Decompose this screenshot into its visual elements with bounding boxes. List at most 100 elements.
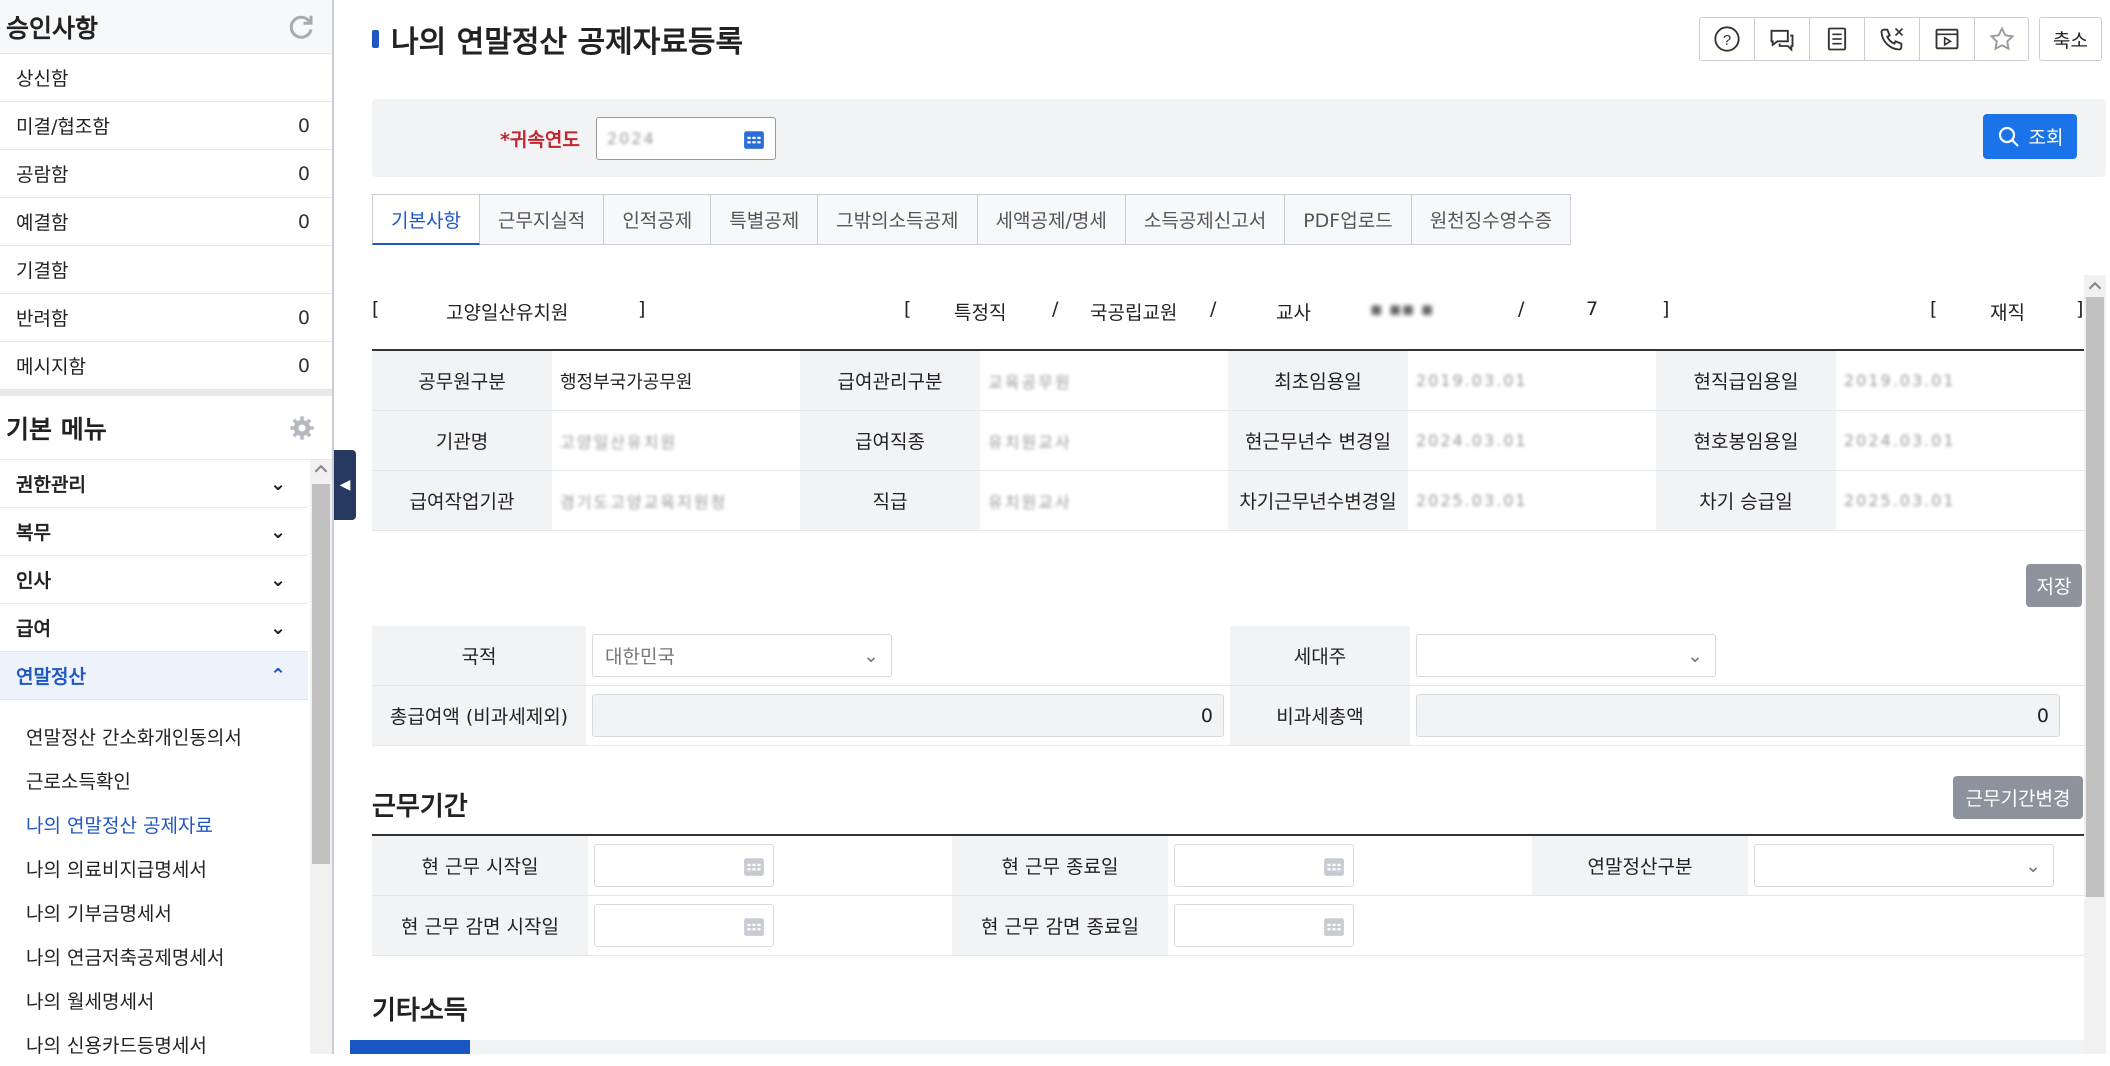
search-button[interactable]: 조회 xyxy=(1983,114,2077,159)
table-row: 공무원구분 행정부국가공무원 급여관리구분 교육공무원 최초임용일 2019.0… xyxy=(372,351,2084,411)
change-period-button[interactable]: 근무기간변경 xyxy=(1953,776,2083,819)
nontax-total-field[interactable]: 0 xyxy=(1416,694,2060,737)
other-income-title: 기타소득 xyxy=(372,996,468,1026)
tab-work-record[interactable]: 근무지실적 xyxy=(479,194,605,245)
video-icon xyxy=(1935,28,1959,50)
sub-item-medical[interactable]: 나의 의료비지급명세서 xyxy=(0,846,308,890)
work-end-date[interactable] xyxy=(1174,844,1354,887)
table-row: 기관명 고양일산유치원 급여직종 유치원교사 현근무년수 변경일 2024.03… xyxy=(372,411,2084,471)
menu-item-hr[interactable]: 인사 ⌄ xyxy=(0,556,308,604)
approval-item-completed[interactable]: 기결함 xyxy=(0,246,332,294)
employee-detail-table: 공무원구분 행정부국가공무원 급여관리구분 교육공무원 최초임용일 2019.0… xyxy=(372,349,2084,531)
sub-item-consent[interactable]: 연말정산 간소화개인동의서 xyxy=(0,714,308,758)
total-pay-field[interactable]: 0 xyxy=(592,694,1224,737)
settlement-type-select[interactable]: ⌄ xyxy=(1754,844,2054,887)
search-panel: *귀속연도 2024 조회 xyxy=(372,99,2106,177)
menu-title: 기본 메뉴 xyxy=(6,414,107,444)
nationality-select[interactable]: 대한민국 ⌄ xyxy=(592,634,892,677)
chevron-down-icon: ⌄ xyxy=(270,472,286,495)
table-row: 현 근무 시작일 현 근무 종료일 연말정산구분 ⌄ xyxy=(372,836,2084,896)
tab-other-income-deduction[interactable]: 그밖의소득공제 xyxy=(818,194,978,245)
favorite-button[interactable] xyxy=(1974,17,2029,61)
menu-item-year-end[interactable]: 연말정산 ⌃ xyxy=(0,652,308,700)
work-period-table: 현 근무 시작일 현 근무 종료일 연말정산구분 ⌄ 현 근무 감면 시작일 현… xyxy=(372,834,2084,956)
sub-item-credit-card[interactable]: 나의 신용카드등명세서 xyxy=(0,1022,308,1066)
main-scroll-thumb[interactable] xyxy=(2086,297,2104,897)
sidebar: 승인사항 상신함 미결/협조함 0 공람함 0 예결함 0 기결함 반려함 0 메시지함… xyxy=(0,0,334,1057)
calendar-icon[interactable] xyxy=(1323,915,1345,937)
chevron-left-icon: ◀ xyxy=(339,477,351,493)
sub-item-donation[interactable]: 나의 기부금명세서 xyxy=(0,890,308,934)
calendar-icon[interactable] xyxy=(743,915,765,937)
year-input[interactable]: 2024 xyxy=(596,117,776,160)
table-row: 총급여액 (비과세제외) 0 비과세총액 0 xyxy=(372,686,2084,746)
tab-special-deduction[interactable]: 특별공제 xyxy=(711,194,819,245)
menu-item-payroll[interactable]: 급여 ⌄ xyxy=(0,604,308,652)
sub-item-deduction-data[interactable]: 나의 연말정산 공제자료 xyxy=(0,802,308,846)
tab-tax-credit[interactable]: 세액공제/명세 xyxy=(977,194,1126,245)
help-button[interactable]: ? xyxy=(1699,17,1754,61)
approval-item-circulation[interactable]: 공람함 0 xyxy=(0,150,332,198)
tab-personal-deduction[interactable]: 인적공제 xyxy=(604,194,712,245)
phone-icon xyxy=(1880,27,1904,51)
sidebar-collapse-button[interactable]: ◀ xyxy=(334,450,356,520)
sidebar-scrollbar[interactable] xyxy=(310,460,332,1054)
refresh-icon[interactable] xyxy=(286,12,316,42)
year-label: *귀속연도 xyxy=(500,129,580,151)
approval-item-sent[interactable]: 상신함 xyxy=(0,54,332,102)
approval-title: 승인사항 xyxy=(6,13,99,43)
calendar-icon[interactable] xyxy=(1323,855,1345,877)
householder-select[interactable]: ⌄ xyxy=(1416,634,1716,677)
info-masked: ▪ ▪▪ ▪ xyxy=(1370,298,1434,320)
chevron-down-icon: ⌄ xyxy=(270,568,286,591)
calendar-icon[interactable] xyxy=(743,128,765,150)
table-row: 현 근무 감면 시작일 현 근무 감면 종료일 xyxy=(372,896,2084,956)
reduction-start-date[interactable] xyxy=(594,904,774,947)
info-category: 국공립교원 xyxy=(1090,302,1178,324)
table-row: 급여작업기관 경기도고양교육지원청 직급 유치원교사 차기근무년수변경일 202… xyxy=(372,471,2084,531)
tab-basic[interactable]: 기본사항 xyxy=(372,194,480,245)
approval-item-messages[interactable]: 메시지함 0 xyxy=(0,342,332,390)
menu-item-service[interactable]: 복무 ⌄ xyxy=(0,508,308,556)
phone-button[interactable] xyxy=(1864,17,1919,61)
tab-bar: 기본사항 근무지실적 인적공제 특별공제 그밖의소득공제 세액공제/명세 소득공… xyxy=(372,194,1572,245)
calendar-icon[interactable] xyxy=(743,855,765,877)
star-icon xyxy=(1988,26,2015,51)
menu-item-auth[interactable]: 권한관리 ⌄ xyxy=(0,460,308,508)
shrink-button[interactable]: 축소 xyxy=(2039,17,2102,61)
approval-item-rejected[interactable]: 반려함 0 xyxy=(0,294,332,342)
tab-withholding-receipt[interactable]: 원천징수영수증 xyxy=(1411,194,1572,245)
chevron-down-icon: ⌄ xyxy=(1687,644,1703,667)
search-icon xyxy=(1998,126,2019,147)
sub-item-rent[interactable]: 나의 월세명세서 xyxy=(0,978,308,1022)
period-section-title: 근무기간 xyxy=(372,792,468,822)
title-marker xyxy=(372,30,379,48)
chat-button[interactable] xyxy=(1754,17,1809,61)
video-button[interactable] xyxy=(1919,17,1974,61)
approval-item-pending[interactable]: 미결/협조함 0 xyxy=(0,102,332,150)
scroll-up-icon[interactable] xyxy=(2088,279,2102,293)
approval-item-scheduled[interactable]: 예결함 0 xyxy=(0,198,332,246)
gear-icon[interactable] xyxy=(288,414,316,442)
main-scrollbar[interactable] xyxy=(2084,275,2106,1054)
save-button[interactable]: 저장 xyxy=(2026,564,2082,607)
sidebar-scroll-thumb[interactable] xyxy=(312,484,330,864)
sub-item-pension[interactable]: 나의 연금저축공제명세서 xyxy=(0,934,308,978)
main-content: 나의 연말정산 공제자료등록 ? 축소 *귀속연도 2024 조회 기본사항 근… xyxy=(350,0,2110,1054)
table-row: 국적 대한민국 ⌄ 세대주 ⌄ xyxy=(372,626,2084,686)
employee-info-line: [ 고양일산유치원 ] [ 특정직 / 국공립교원 / 교사 ▪ ▪▪ ▪ / … xyxy=(372,298,2084,324)
chevron-down-icon: ⌄ xyxy=(270,520,286,543)
title-bar: 나의 연말정산 공제자료등록 xyxy=(372,18,743,60)
tab-income-declaration[interactable]: 소득공제신고서 xyxy=(1125,194,1286,245)
tab-pdf-upload[interactable]: PDF업로드 xyxy=(1285,194,1412,245)
work-start-date[interactable] xyxy=(594,844,774,887)
menu-list: 권한관리 ⌄ 복무 ⌄ 인사 ⌄ 급여 ⌄ 연말정산 ⌃ 연말정산 간소화개인동의서 근로… xyxy=(0,460,308,1066)
chevron-down-icon: ⌄ xyxy=(2025,854,2041,877)
document-button[interactable] xyxy=(1809,17,1864,61)
info-job-type: 특정직 xyxy=(954,302,1007,324)
year-value: 2024 xyxy=(607,129,656,148)
active-subtab[interactable] xyxy=(350,1040,470,1054)
sub-item-income-check[interactable]: 근로소득확인 xyxy=(0,758,308,802)
reduction-end-date[interactable] xyxy=(1174,904,1354,947)
scroll-up-icon[interactable] xyxy=(314,462,328,476)
